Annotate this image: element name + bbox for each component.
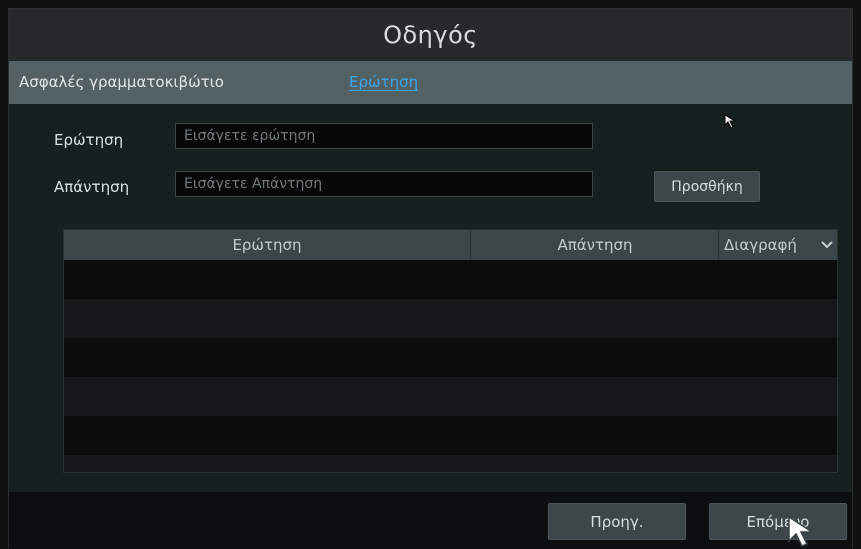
column-header-question[interactable]: Ερώτηση — [64, 230, 470, 260]
tab-safe-mailbox[interactable]: Ασφαλές γραμματοκιβώτιο — [19, 73, 224, 91]
table-row — [64, 338, 837, 377]
table-row — [64, 299, 837, 338]
add-button-label: Προσθήκη — [671, 178, 743, 195]
prev-button-label: Προηγ. — [590, 512, 644, 531]
next-button[interactable]: Επόμενο — [709, 503, 847, 540]
question-input[interactable] — [175, 123, 593, 149]
questions-table: Ερώτηση Απάντηση Διαγραφή — [63, 229, 838, 473]
column-header-answer[interactable]: Απάντηση — [470, 230, 719, 260]
answer-label: Απάντηση — [54, 178, 130, 196]
tab-question[interactable]: Ερώτηση — [349, 73, 418, 91]
question-label: Ερώτηση — [54, 131, 124, 149]
table-row — [64, 455, 837, 472]
footer-bar: Προηγ. Επόμενο — [9, 492, 852, 549]
answer-input[interactable] — [175, 171, 593, 197]
table-row — [64, 377, 837, 416]
window-title: Οδηγός — [383, 21, 478, 49]
add-button[interactable]: Προσθήκη — [654, 171, 760, 202]
column-header-delete[interactable]: Διαγραφή — [718, 230, 837, 260]
table-row — [64, 416, 837, 455]
wizard-window: Οδηγός Ασφαλές γραμματοκιβώτιο Ερώτηση Ε… — [8, 8, 853, 549]
title-bar: Οδηγός — [9, 9, 852, 61]
mouse-pointer-icon — [788, 515, 815, 547]
mouse-pointer-icon — [724, 114, 737, 129]
table-row — [64, 260, 837, 299]
tab-bar: Ασφαλές γραμματοκιβώτιο Ερώτηση — [9, 61, 852, 104]
table-header: Ερώτηση Απάντηση Διαγραφή — [64, 230, 837, 260]
prev-button[interactable]: Προηγ. — [548, 503, 686, 540]
chevron-down-icon[interactable] — [821, 241, 833, 249]
